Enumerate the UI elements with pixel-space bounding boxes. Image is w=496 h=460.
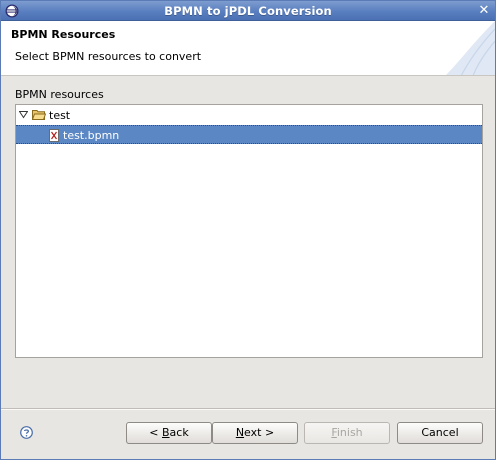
button-bar-separator <box>1 408 495 410</box>
tree-item-label: test.bpmn <box>63 129 120 142</box>
finish-button[interactable]: Finish <box>304 422 390 444</box>
window-title: BPMN to jPDL Conversion <box>164 4 332 18</box>
next-button[interactable]: Next > <box>212 422 298 444</box>
bpmn-file-icon <box>49 129 59 142</box>
expanded-triangle-icon[interactable] <box>19 110 28 119</box>
tree-item-test-bpmn[interactable]: test.bpmn <box>16 125 482 144</box>
close-icon[interactable]: ✕ <box>477 4 491 18</box>
wizard-header: BPMN Resources Select BPMN resources to … <box>1 21 495 76</box>
resources-tree[interactable]: test test.bpmn <box>15 104 483 358</box>
folder-open-icon <box>32 110 46 120</box>
help-icon[interactable] <box>20 426 33 439</box>
wizard-content: BPMN resources test test.bpmn <box>1 77 495 407</box>
resources-label: BPMN resources <box>15 88 104 101</box>
page-title: BPMN Resources <box>11 28 116 41</box>
wizard-banner-graphic <box>445 21 495 75</box>
cancel-button[interactable]: Cancel <box>397 422 483 444</box>
wizard-dialog: BPMN to jPDL Conversion ✕ BPMN Resources… <box>0 0 496 460</box>
page-description: Select BPMN resources to convert <box>15 50 202 63</box>
back-button[interactable]: < Back <box>126 422 212 444</box>
tree-item-label: test <box>49 109 71 122</box>
tree-item-test[interactable]: test <box>16 106 482 125</box>
title-bar[interactable]: BPMN to jPDL Conversion ✕ <box>1 1 495 21</box>
